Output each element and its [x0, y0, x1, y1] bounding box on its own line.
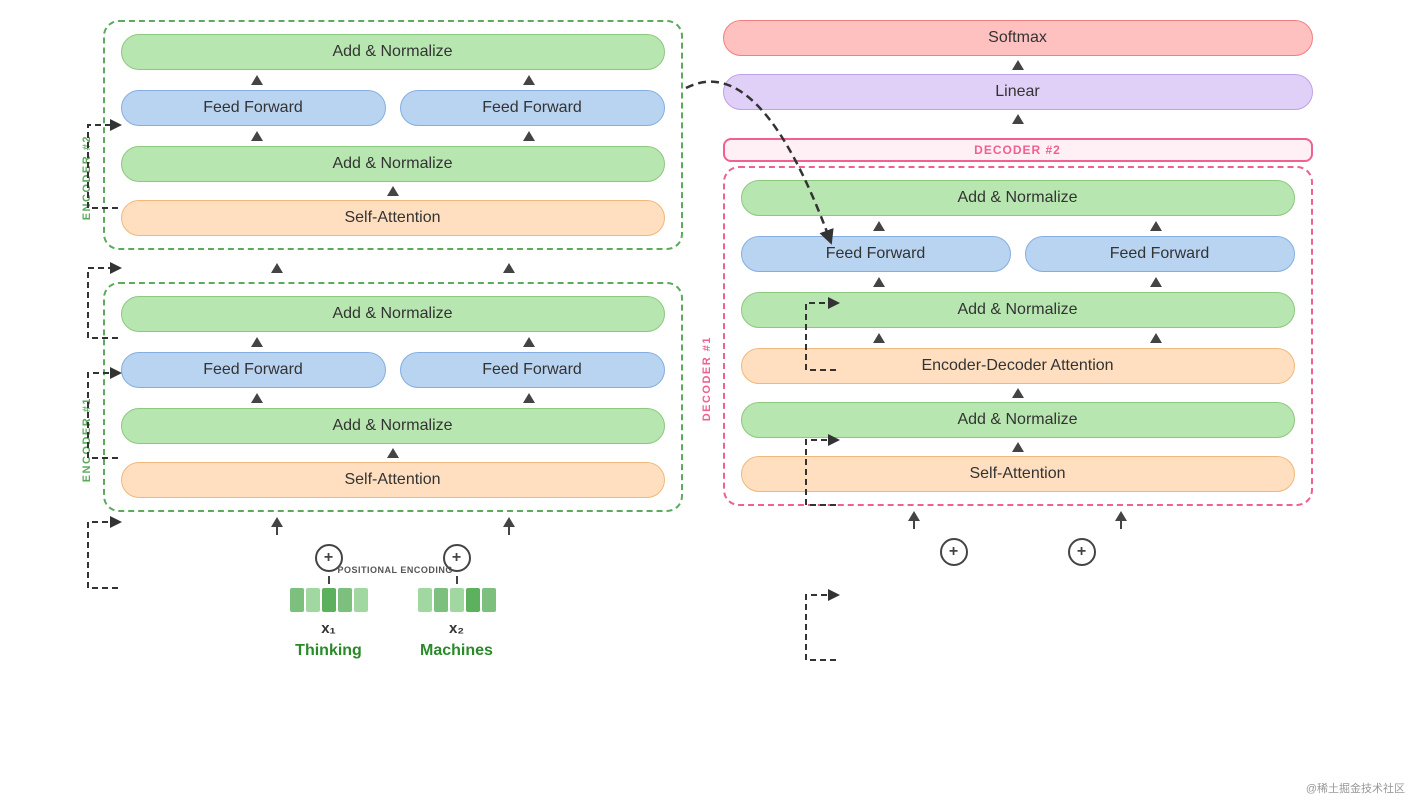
input-word-1: Thinking — [295, 642, 362, 660]
watermark: @稀土掘金技术社区 — [1306, 780, 1405, 796]
input-embedding-cell — [354, 588, 368, 612]
input-embedding-cell — [290, 588, 304, 612]
decoder1-label: DECODER #1 — [701, 336, 713, 421]
input-embedding-cell — [466, 588, 480, 612]
input-word-2: Machines — [420, 642, 493, 660]
encoder1-box: Add & Normalize Feed Forward Feed Forwar… — [103, 282, 683, 512]
linear-box: Linear — [723, 74, 1313, 110]
decoder-pe-plus-2: + — [1068, 538, 1096, 566]
input-embedding-cell — [306, 588, 320, 612]
encoder1-ff2: Feed Forward — [400, 352, 665, 388]
decoder-pe-plus-1: + — [940, 538, 968, 566]
input-embedding-cell — [418, 588, 432, 612]
decoder1-add-norm1: Add & Normalize — [741, 402, 1295, 438]
input-embedding-cell — [434, 588, 448, 612]
decoder1-box: Add & Normalize Feed Forward Feed Forwar… — [723, 166, 1313, 506]
input-embedding-cell — [322, 588, 336, 612]
encoder2-box: Add & Normalize Feed Forward Feed Forwar… — [103, 20, 683, 250]
input-var-1: x₁ — [321, 620, 336, 637]
encoder2-add-norm2: Add & Normalize — [121, 34, 665, 70]
decoder1-add-norm3: Add & Normalize — [741, 180, 1295, 216]
decoder1-ff1: Feed Forward — [741, 236, 1011, 272]
input-embedding-cell — [338, 588, 352, 612]
decoder2-label: DECODER #2 — [723, 138, 1313, 162]
encoder1-add-norm1: Add & Normalize — [121, 408, 665, 444]
encoder1-label: ENCODER #1 — [81, 397, 93, 482]
encoder2-ff1: Feed Forward — [121, 90, 386, 126]
encoder2-ff2: Feed Forward — [400, 90, 665, 126]
input-embedding-cell — [482, 588, 496, 612]
decoder1-self-attention: Self-Attention — [741, 456, 1295, 492]
encoder1-add-norm2: Add & Normalize — [121, 296, 665, 332]
encoder2-self-attention: Self-Attention — [121, 200, 665, 236]
encoder2-label: ENCODER #2 — [81, 135, 93, 220]
encoder2-add-norm1: Add & Normalize — [121, 146, 665, 182]
pe-label: POSITIONAL ENCODING — [338, 565, 453, 575]
encoder1-self-attention: Self-Attention — [121, 462, 665, 498]
decoder1-ff2: Feed Forward — [1025, 236, 1295, 272]
encoder1-ff1: Feed Forward — [121, 352, 386, 388]
decoder1-enc-dec-attention: Encoder-Decoder Attention — [741, 348, 1295, 384]
input-var-2: x₂ — [449, 620, 464, 637]
input-embedding-cell — [450, 588, 464, 612]
decoder1-add-norm2: Add & Normalize — [741, 292, 1295, 328]
softmax-box: Softmax — [723, 20, 1313, 56]
